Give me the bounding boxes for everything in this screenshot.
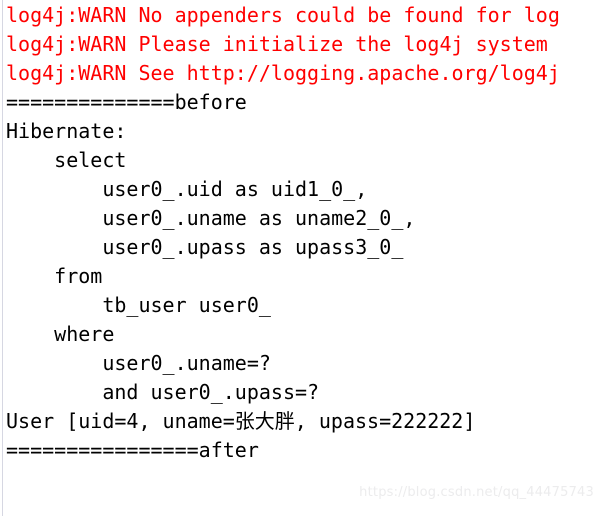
- watermark-label: https://blog.csdn.net/qq_44475743: [359, 485, 594, 500]
- console-line: ==============before: [6, 90, 247, 114]
- console-log-text[interactable]: log4j:WARN No appenders could be found f…: [6, 0, 602, 465]
- console-line: from: [6, 264, 103, 288]
- console-line: user0_.upass as upass3_0_: [6, 235, 404, 259]
- console-output-panel: log4j:WARN No appenders could be found f…: [0, 0, 602, 516]
- console-line: user0_.uname as uname2_0_,: [6, 206, 416, 230]
- console-line: Hibernate:: [6, 119, 139, 143]
- console-line: user0_.uname=?: [6, 351, 271, 375]
- console-left-gutter-rule: [2, 0, 3, 516]
- console-line: where: [6, 322, 115, 346]
- console-line: tb_user user0_: [6, 293, 271, 317]
- console-line: user0_.uid as uid1_0_,: [6, 177, 368, 201]
- console-line: ================after: [6, 438, 259, 462]
- console-line: log4j:WARN See http://logging.apache.org…: [6, 61, 560, 85]
- console-line: log4j:WARN Please initialize the log4j s…: [6, 32, 548, 56]
- console-line: and user0_.upass=?: [6, 380, 320, 404]
- console-line: User [uid=4, uname=张大胖, upass=222222]: [6, 409, 476, 433]
- console-line: log4j:WARN No appenders could be found f…: [6, 3, 560, 27]
- console-line: select: [6, 148, 127, 172]
